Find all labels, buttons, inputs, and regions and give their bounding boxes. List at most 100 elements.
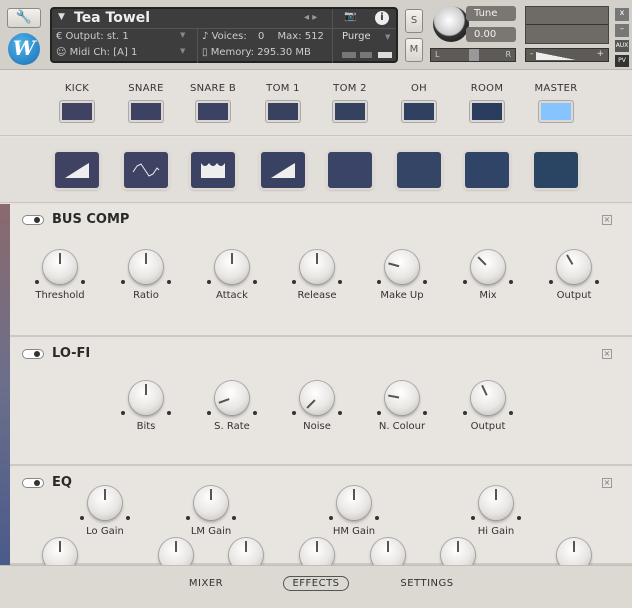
instrument-header: 🔧 W ▼ Tea Towel ◂ ▸ 📷 i € Output: st. 1 … [0, 0, 632, 70]
knob-label: HM Gain [332, 526, 376, 537]
purge-dropdown[interactable]: Purge [342, 31, 371, 42]
tab-mixer[interactable]: MIXER [189, 578, 223, 589]
close-icon[interactable]: × [602, 349, 612, 359]
power-toggle[interactable] [22, 349, 44, 359]
knob[interactable] [471, 381, 505, 415]
effect-slot[interactable] [465, 152, 509, 188]
knob[interactable] [337, 486, 371, 520]
knob-label: Hi Gain [477, 526, 515, 537]
channel-button[interactable] [333, 101, 367, 122]
tune-knob[interactable] [433, 6, 469, 42]
knob[interactable] [194, 486, 228, 520]
knob-label: Mix [479, 290, 497, 301]
voices-value: 0 [257, 31, 265, 42]
channel-label: SNARE B [189, 83, 237, 94]
knob-range-dots [121, 280, 171, 284]
channel-button[interactable] [470, 101, 504, 122]
knob-range-dots [292, 280, 342, 284]
effect-slot[interactable] [124, 152, 168, 188]
tune-value[interactable]: 0.00 [466, 27, 516, 42]
knob-label: Output [556, 290, 592, 301]
effect-slots [0, 137, 632, 203]
knob[interactable] [385, 381, 419, 415]
channel-label: OH [411, 83, 427, 94]
volume-slider[interactable]: - + [525, 48, 609, 62]
knob-label: Make Up [380, 290, 424, 301]
power-toggle[interactable] [22, 478, 44, 488]
knob[interactable] [479, 486, 513, 520]
pv-button[interactable]: PV [615, 55, 629, 67]
knob-label: S. Rate [214, 421, 250, 432]
effect-slot[interactable] [55, 152, 99, 188]
camera-icon[interactable]: 📷 [344, 11, 356, 22]
channel-button[interactable] [129, 101, 163, 122]
wrench-icon[interactable]: 🔧 [7, 8, 41, 28]
knob-range-dots [463, 411, 513, 415]
solo-button[interactable]: S [405, 9, 423, 33]
channel-button[interactable] [539, 101, 573, 122]
tab-effects[interactable]: EFFECTS [283, 576, 349, 591]
close-icon[interactable]: × [602, 478, 612, 488]
knob-range-dots [121, 411, 171, 415]
midi-value[interactable]: [A] 1 [113, 47, 137, 58]
output-label: Output: [65, 31, 104, 42]
channel-button[interactable] [60, 101, 94, 122]
tab-settings[interactable]: SETTINGS [400, 578, 453, 589]
knob-label: Release [297, 290, 337, 301]
tune-label: Tune [466, 6, 516, 21]
knob-label: LM Gain [190, 526, 232, 537]
channel-button[interactable] [266, 101, 300, 122]
knob[interactable] [43, 250, 77, 284]
pan-slider[interactable]: LR [430, 48, 516, 62]
channel-label: KICK [64, 83, 90, 94]
knob[interactable] [88, 486, 122, 520]
dropdown-arrow-icon[interactable]: ▼ [58, 12, 65, 22]
close-icon[interactable]: × [602, 215, 612, 225]
max-value[interactable]: 512 [305, 31, 324, 42]
channel-label: SNARE [128, 83, 164, 94]
knob[interactable] [471, 250, 505, 284]
knob[interactable] [215, 250, 249, 284]
effect-slot[interactable] [191, 152, 235, 188]
knob-range-dots [207, 411, 257, 415]
channel-button[interactable] [402, 101, 436, 122]
knob[interactable] [129, 250, 163, 284]
output-value[interactable]: st. 1 [107, 31, 129, 42]
instrument-title[interactable]: Tea Towel [74, 10, 150, 26]
effect-slot[interactable] [397, 152, 441, 188]
level-meter [525, 6, 609, 44]
info-icon[interactable]: i [375, 11, 389, 25]
knob-label: Noise [303, 421, 331, 432]
channel-label: MASTER [534, 83, 578, 94]
knob[interactable] [129, 381, 163, 415]
knob-range-dots [80, 516, 130, 520]
channel-button[interactable] [196, 101, 230, 122]
knob-label: Lo Gain [86, 526, 124, 537]
prev-icon[interactable]: ◂ ▸ [304, 12, 317, 23]
effect-slot[interactable] [328, 152, 372, 188]
side-strip [0, 204, 10, 565]
channel-label: ROOM [470, 83, 504, 94]
close-button[interactable]: x [615, 8, 629, 21]
instrument-panel: ▼ Tea Towel ◂ ▸ 📷 i € Output: st. 1 ☺ Mi… [50, 7, 398, 63]
mute-button[interactable]: M [405, 38, 423, 62]
knob[interactable] [300, 250, 334, 284]
pan-r: R [505, 50, 511, 59]
power-toggle[interactable] [22, 215, 44, 225]
lofi-wave-icon [131, 163, 161, 184]
knob[interactable] [557, 250, 591, 284]
knob-range-dots [471, 516, 521, 520]
channel-label: TOM 2 [333, 83, 367, 94]
aux-button[interactable]: AUX [615, 40, 629, 52]
knob[interactable] [300, 381, 334, 415]
voices-label: Voices: [211, 31, 247, 42]
knob-range-dots [329, 516, 379, 520]
max-label: Max: [277, 31, 302, 42]
knob[interactable] [385, 250, 419, 284]
knob[interactable] [215, 381, 249, 415]
minimize-button[interactable]: – [615, 24, 629, 37]
effect-slot[interactable] [261, 152, 305, 188]
compressor-icon [62, 163, 92, 184]
memory-label: Memory: [210, 47, 254, 58]
effect-slot[interactable] [534, 152, 578, 188]
